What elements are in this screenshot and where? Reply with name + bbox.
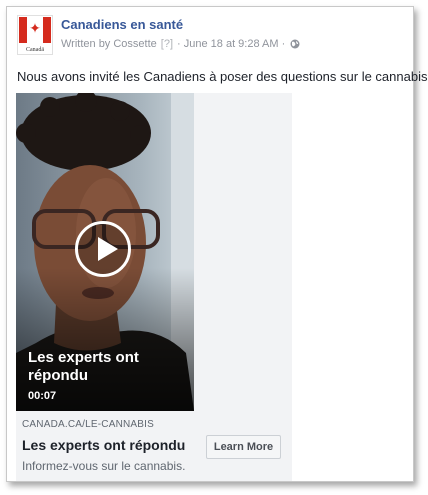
- post-meta: Written by Cossette [?] · June 18 at 9:2…: [61, 38, 300, 50]
- post-timestamp[interactable]: June 18 at 9:28 AM: [184, 38, 279, 50]
- meta-separator-2: ·: [281, 38, 286, 50]
- facebook-post-card: ✦ Canadä Canadiens en santé Written by C…: [6, 6, 428, 482]
- globe-icon[interactable]: [290, 39, 300, 49]
- video-side-panel: [194, 93, 292, 411]
- avatar[interactable]: ✦ Canadä: [17, 15, 53, 55]
- meta-separator: ·: [177, 38, 181, 50]
- video-duration: 00:07: [28, 390, 57, 402]
- written-by: Written by Cossette: [61, 38, 157, 50]
- link-description: Informez-vous sur le cannabis.: [22, 459, 186, 473]
- link-domain: CANADA.CA/LE-CANNABIS: [22, 419, 155, 430]
- video-title: Les experts ont répondu: [28, 349, 139, 384]
- avatar-label: Canadä: [26, 47, 44, 53]
- video-player[interactable]: Les experts ont répondu 00:07: [16, 93, 194, 411]
- link-headline[interactable]: Les experts ont répondu: [22, 437, 185, 453]
- learn-more-button[interactable]: Learn More: [206, 435, 281, 459]
- page-name-link[interactable]: Canadiens en santé: [61, 17, 183, 32]
- play-triangle: [98, 237, 118, 261]
- post-text: Nous avons invité les Canadiens à poser …: [17, 69, 428, 84]
- post-header: ✦ Canadä Canadiens en santé Written by C…: [17, 15, 407, 55]
- maple-leaf-icon: ✦: [29, 20, 41, 36]
- help-link[interactable]: [?]: [161, 38, 173, 50]
- play-icon[interactable]: [75, 221, 131, 277]
- link-preview[interactable]: CANADA.CA/LE-CANNABIS Les experts ont ré…: [16, 411, 292, 481]
